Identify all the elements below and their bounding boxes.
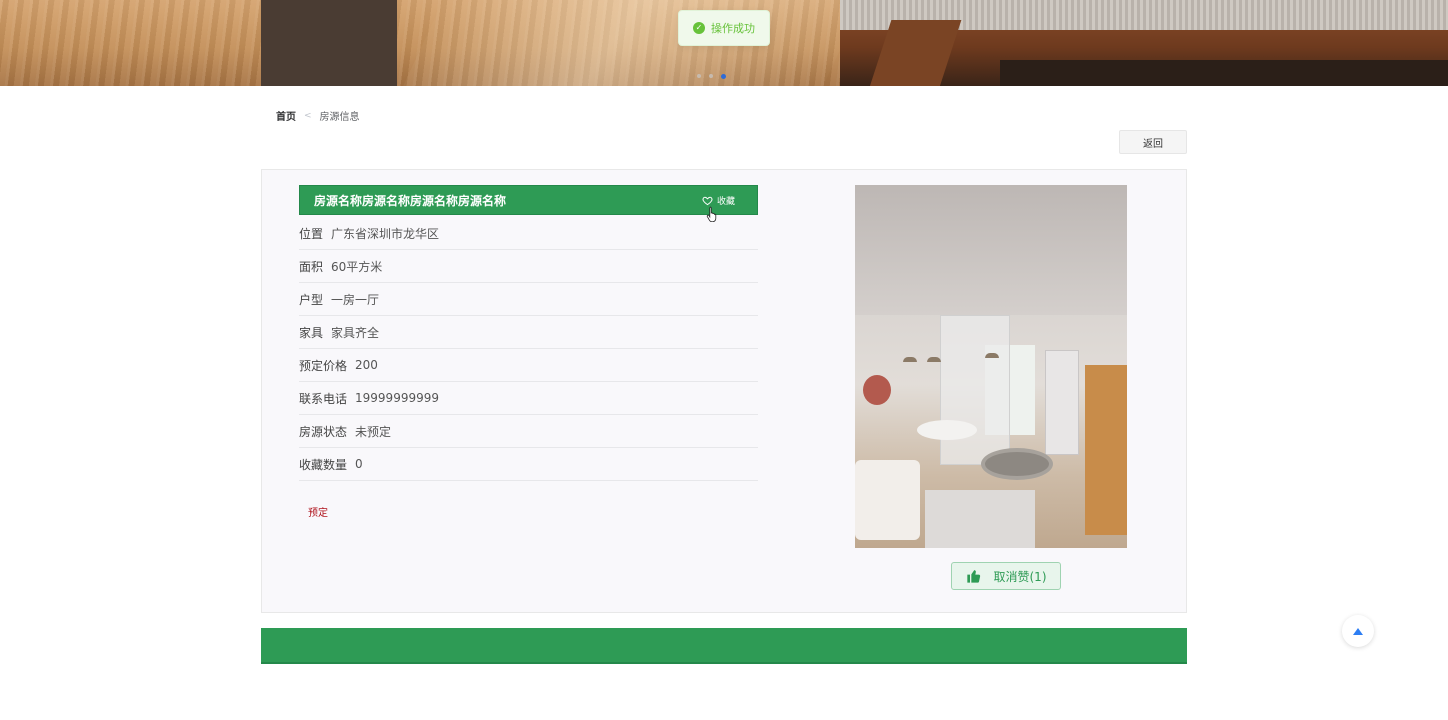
info-row-furniture: 家具 家具齐全	[299, 316, 758, 349]
info-label: 家具	[299, 325, 324, 340]
listing-info-list: 位置 广东省深圳市龙华区 面积 60平方米 户型 一房一厅 家具 家具齐全 预定…	[299, 217, 758, 481]
photo-lamp	[985, 353, 999, 358]
info-value: 家具齐全	[331, 325, 380, 340]
carousel-dot-2[interactable]	[709, 74, 713, 78]
breadcrumb: 首页 < 房源信息	[276, 108, 360, 124]
banner-dark-panel	[261, 0, 397, 86]
info-row-price: 预定价格 200	[299, 349, 758, 382]
check-circle-icon: ✓	[693, 22, 705, 34]
info-label: 房源状态	[299, 424, 348, 439]
unlike-label: 取消赞(1)	[993, 569, 1047, 584]
breadcrumb-home[interactable]: 首页	[276, 108, 296, 123]
thumbs-up-icon	[966, 570, 980, 583]
heart-icon	[702, 196, 713, 205]
info-row-favorites: 收藏数量 0	[299, 448, 758, 481]
info-label: 面积	[299, 259, 324, 274]
info-value: 广东省深圳市龙华区	[331, 226, 440, 241]
photo-table	[917, 420, 977, 440]
carousel-dot-1[interactable]	[697, 74, 701, 78]
photo-lamp	[903, 357, 917, 362]
photo-fridge	[1045, 350, 1079, 455]
photo-ceiling	[855, 185, 1127, 315]
info-value: 未预定	[355, 424, 392, 439]
info-value: 19999999999	[355, 391, 439, 405]
back-button[interactable]: 返回	[1119, 130, 1187, 154]
footer-bar	[261, 628, 1187, 664]
favorite-label: 收藏	[716, 196, 735, 207]
caret-up-icon	[1353, 627, 1363, 635]
photo-glass-partition	[940, 315, 1010, 465]
toast-message: 操作成功	[711, 22, 755, 35]
mouse-pointer-icon	[706, 206, 717, 222]
unlike-button[interactable]: 取消赞(1)	[951, 562, 1061, 590]
info-label: 户型	[299, 292, 324, 307]
info-row-location: 位置 广东省深圳市龙华区	[299, 217, 758, 250]
photo-carpet	[925, 490, 1035, 548]
photo-flowers	[863, 375, 891, 405]
listing-detail-panel: 房源名称房源名称房源名称房源名称 收藏 位置 广东省深圳市龙华区 面积 60平方…	[261, 169, 1187, 613]
success-toast: ✓ 操作成功	[678, 10, 770, 46]
banner-floor-shadow	[1000, 60, 1448, 86]
info-row-status: 房源状态 未预定	[299, 415, 758, 448]
info-label: 预定价格	[299, 358, 348, 373]
back-to-top-button[interactable]	[1342, 615, 1374, 647]
photo-round-rug	[981, 448, 1053, 480]
photo-sofa	[855, 460, 920, 540]
listing-photo	[855, 185, 1127, 548]
info-value: 0	[355, 457, 363, 471]
photo-lamp	[927, 357, 941, 362]
info-label: 位置	[299, 226, 324, 241]
info-value: 一房一厅	[331, 292, 380, 307]
info-label: 收藏数量	[299, 457, 348, 472]
listing-title: 房源名称房源名称房源名称房源名称	[314, 193, 507, 208]
info-row-area: 面积 60平方米	[299, 250, 758, 283]
breadcrumb-current: 房源信息	[319, 112, 360, 123]
favorite-button[interactable]: 收藏	[702, 194, 735, 207]
photo-cabinet	[1085, 365, 1127, 535]
carousel-dot-3[interactable]	[721, 74, 726, 79]
breadcrumb-separator: <	[304, 110, 312, 121]
info-value: 200	[355, 358, 378, 372]
info-label: 联系电话	[299, 391, 348, 406]
carousel-indicators	[697, 74, 726, 79]
banner-light	[378, 0, 882, 86]
info-value: 60平方米	[331, 259, 383, 274]
listing-title-bar: 房源名称房源名称房源名称房源名称 收藏	[299, 185, 758, 215]
info-row-layout: 户型 一房一厅	[299, 283, 758, 316]
book-button[interactable]: 预定	[308, 504, 328, 519]
info-row-phone: 联系电话 19999999999	[299, 382, 758, 415]
